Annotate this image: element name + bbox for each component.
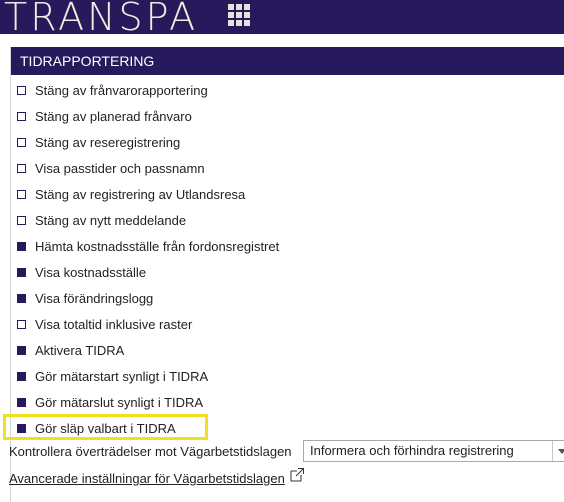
app-logo: TRANSPA	[4, 0, 199, 34]
setting-row[interactable]: Visa kostnadsställe	[11, 259, 146, 285]
checkbox-unchecked[interactable]	[17, 215, 26, 225]
setting-row[interactable]: Stäng av planerad frånvaro	[11, 103, 192, 129]
checkbox-checked[interactable]	[17, 267, 26, 277]
setting-row[interactable]: Gör mätarstart synligt i TIDRA	[11, 363, 208, 389]
setting-row[interactable]: Hämta kostnadsställe från fordonsregistr…	[11, 233, 279, 259]
checkbox-unchecked[interactable]	[17, 163, 26, 173]
setting-row[interactable]: Visa totaltid inklusive raster	[11, 311, 192, 337]
setting-label: Hämta kostnadsställe från fordonsregistr…	[35, 238, 280, 254]
chevron-down-icon[interactable]	[552, 441, 564, 461]
setting-label: Stäng av reseregistrering	[35, 134, 181, 150]
setting-label: Stäng av frånvarorapportering	[35, 82, 208, 98]
setting-row[interactable]: Stäng av reseregistrering	[11, 129, 180, 155]
tidrapportering-panel: TIDRAPPORTERING Stäng av frånvarorapport…	[3, 47, 564, 502]
setting-row[interactable]: Gör mätarslut synligt i TIDRA	[11, 389, 203, 415]
checkbox-unchecked[interactable]	[17, 111, 26, 121]
checkbox-checked[interactable]	[17, 345, 26, 355]
setting-label: Stäng av nytt meddelande	[35, 212, 187, 228]
setting-label: Visa kostnadsställe	[35, 264, 147, 280]
setting-label: Visa passtider och passnamn	[35, 160, 205, 176]
kontroll-label: Kontrollera överträdelser mot Vägarbetst…	[9, 444, 292, 459]
setting-row[interactable]: Visa passtider och passnamn	[11, 155, 205, 181]
kontroll-select-value: Informera och förhindra registrering	[310, 443, 514, 458]
setting-label: Gör mätarstart synligt i TIDRA	[35, 368, 209, 384]
setting-row[interactable]: Stäng av nytt meddelande	[11, 207, 186, 233]
checkbox-checked[interactable]	[17, 293, 26, 303]
setting-label: Stäng av planerad frånvaro	[35, 108, 192, 124]
setting-label: Aktivera TIDRA	[35, 342, 125, 358]
top-bar: TRANSPA	[0, 0, 564, 34]
checkbox-unchecked[interactable]	[17, 319, 26, 329]
panel-title: TIDRAPPORTERING	[11, 47, 564, 75]
external-link-icon[interactable]	[289, 467, 305, 483]
setting-label: Gör släp valbart i TIDRA	[35, 420, 176, 436]
checkbox-unchecked[interactable]	[17, 189, 26, 199]
setting-label: Stäng av registrering av Utlandsresa	[35, 186, 246, 202]
checkbox-unchecked[interactable]	[17, 137, 26, 147]
checkbox-checked[interactable]	[17, 241, 26, 251]
setting-label: Visa förändringslogg	[35, 290, 154, 306]
setting-row[interactable]: Stäng av registrering av Utlandsresa	[11, 181, 245, 207]
setting-row[interactable]: Gör släp valbart i TIDRA	[11, 415, 176, 441]
setting-row[interactable]: Stäng av frånvarorapportering	[11, 77, 208, 103]
grid-apps-icon[interactable]	[228, 4, 250, 26]
checkbox-checked[interactable]	[17, 371, 26, 381]
setting-label: Visa totaltid inklusive raster	[35, 316, 193, 332]
setting-row[interactable]: Aktivera TIDRA	[11, 337, 124, 363]
advanced-settings-link[interactable]: Avancerade inställningar för Vägarbetsti…	[9, 471, 285, 487]
kontroll-select[interactable]: Informera och förhindra registrering	[303, 440, 564, 462]
setting-label: Gör mätarslut synligt i TIDRA	[35, 394, 204, 410]
checkbox-unchecked[interactable]	[17, 85, 26, 95]
checkbox-checked[interactable]	[17, 423, 26, 433]
checkbox-checked[interactable]	[17, 397, 26, 407]
setting-row[interactable]: Visa förändringslogg	[11, 285, 153, 311]
